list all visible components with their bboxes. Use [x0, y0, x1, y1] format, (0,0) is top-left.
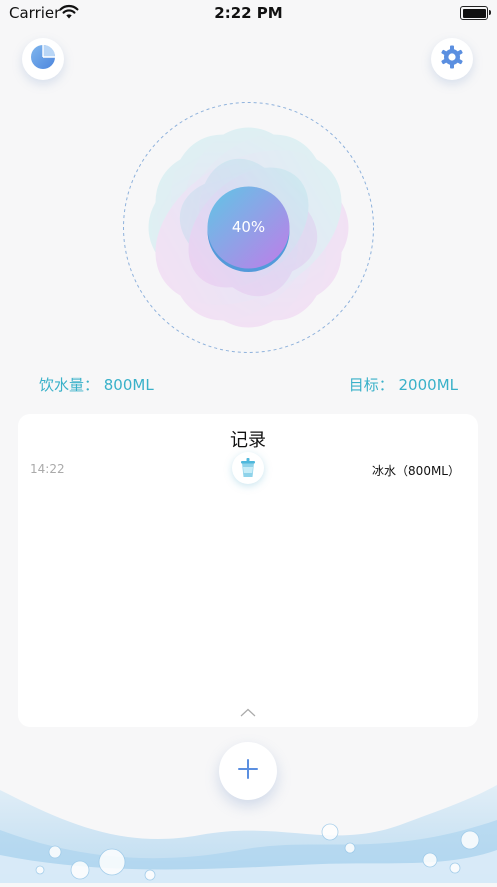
gear-icon: [440, 45, 464, 73]
record-time: 14:22: [30, 462, 65, 476]
intake-amount: 饮水量： 800ML: [39, 376, 154, 394]
settings-button[interactable]: [431, 38, 473, 80]
water-waves-decoration: [0, 780, 497, 883]
statistics-button[interactable]: [22, 38, 64, 80]
progress-percent: 40%: [231, 218, 266, 236]
goal-amount[interactable]: 目标： 2000ML: [349, 374, 458, 395]
record-title: 记录: [230, 430, 266, 451]
status-bar: Carrier 2:22 PM: [0, 0, 497, 26]
battery-icon: [460, 6, 491, 20]
chevron-up-icon[interactable]: [240, 702, 256, 721]
record-detail: 冰水（800ML）: [372, 464, 460, 478]
pie-chart-icon: [30, 44, 56, 74]
progress-orb: 40%: [122, 101, 375, 354]
clock: 2:22 PM: [214, 4, 283, 22]
water-cup-icon: [232, 452, 264, 484]
record-card: 记录 14:22 冰水（800ML）: [18, 414, 478, 727]
